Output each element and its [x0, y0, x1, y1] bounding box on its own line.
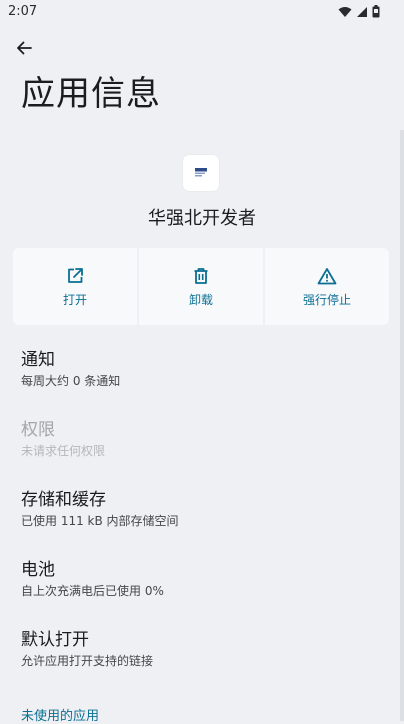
arrow-back-icon [17, 41, 32, 55]
notifications-item[interactable]: 通知 每周大约 0 条通知 [21, 349, 381, 389]
open-external-icon [68, 268, 83, 283]
permissions-item: 权限 未请求任何权限 [21, 419, 381, 459]
action-buttons: 打开 卸载 强行停止 [13, 248, 389, 325]
cellular-signal-icon [357, 6, 367, 17]
battery-icon [372, 5, 380, 18]
battery-subtitle: 自上次充满电后已使用 0% [21, 584, 164, 598]
storage-item[interactable]: 存储和缓存 已使用 111 kB 内部存储空间 [21, 489, 381, 529]
open-button[interactable]: 打开 [13, 248, 137, 325]
permissions-title: 权限 [21, 420, 55, 440]
notifications-subtitle: 每周大约 0 条通知 [21, 374, 121, 388]
status-time: 2:07 [8, 4, 38, 19]
open-by-default-title: 默认打开 [21, 630, 89, 650]
app-logo-icon [195, 168, 207, 177]
warning-icon [317, 268, 337, 285]
notifications-title: 通知 [21, 350, 55, 370]
status-bar: 2:07 [0, 0, 404, 24]
trash-icon [194, 268, 208, 284]
battery-item[interactable]: 电池 自上次充满电后已使用 0% [21, 559, 381, 599]
uninstall-button[interactable]: 卸载 [139, 248, 263, 325]
status-icons [338, 5, 380, 18]
back-button[interactable] [12, 36, 36, 60]
open-by-default-subtitle: 允许应用打开支持的链接 [21, 654, 154, 668]
uninstall-button-label: 卸载 [188, 293, 213, 307]
app-icon [183, 155, 219, 191]
permissions-subtitle: 未请求任何权限 [21, 444, 106, 458]
unused-apps-section-label: 未使用的应用 [21, 709, 100, 724]
force-stop-button[interactable]: 强行停止 [265, 248, 389, 325]
force-stop-button-label: 强行停止 [302, 293, 351, 307]
app-name: 华强北开发者 [148, 208, 256, 229]
battery-title: 电池 [21, 560, 55, 580]
open-by-default-item[interactable]: 默认打开 允许应用打开支持的链接 [21, 629, 381, 669]
open-button-label: 打开 [62, 293, 87, 307]
storage-title: 存储和缓存 [21, 490, 106, 510]
wifi-icon [338, 6, 352, 17]
storage-subtitle: 已使用 111 kB 内部存储空间 [21, 514, 179, 528]
page-title: 应用信息 [21, 74, 161, 114]
